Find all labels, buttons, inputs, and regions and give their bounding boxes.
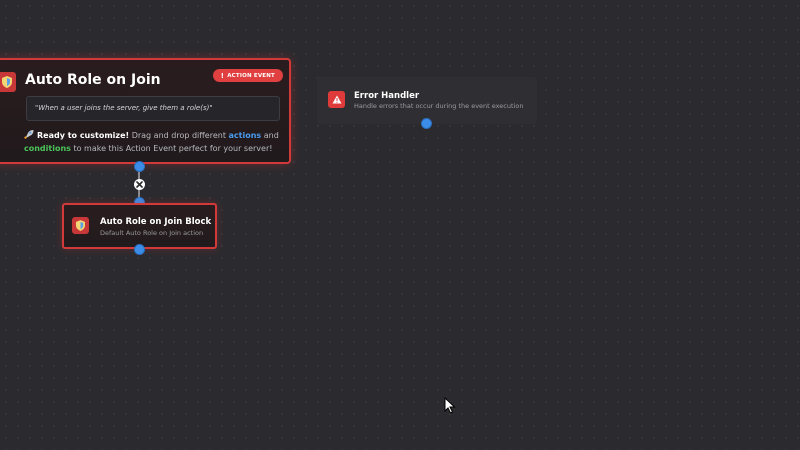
desc-actions: actions — [228, 131, 262, 140]
desc-part3: to make this Action Event perfect for yo… — [70, 144, 273, 153]
event-title: Auto Role on Join — [25, 72, 161, 88]
error-handler-node[interactable]: Error Handler Handle errors that occur d… — [317, 77, 537, 124]
badge-label: ACTION EVENT — [227, 72, 275, 79]
event-description: Ready to customize! Drag and drop differ… — [24, 129, 286, 155]
role-shield-icon — [0, 72, 16, 92]
error-handler-subtitle: Handle errors that occur during the even… — [354, 102, 524, 110]
event-output-handle[interactable] — [134, 161, 145, 172]
block-subtitle: Default Auto Role on Join action — [100, 229, 204, 237]
desc-part2: and — [261, 131, 279, 140]
error-handler-title: Error Handler — [354, 91, 420, 101]
error-handler-output-handle[interactable] — [421, 118, 432, 129]
warning-triangle-icon — [328, 91, 345, 108]
desc-part1: Drag and drop different — [129, 131, 229, 140]
block-title: Auto Role on Join Block — [100, 217, 212, 227]
event-quote: "When a user joins the server, give them… — [26, 96, 280, 121]
flow-canvas[interactable]: Auto Role on Join ! ACTION EVENT "When a… — [0, 0, 800, 450]
role-shield-icon — [72, 217, 89, 234]
exclamation-icon: ! — [220, 71, 225, 80]
desc-conditions: conditions — [24, 144, 71, 153]
block-node-auto-role-on-join[interactable]: Auto Role on Join Block Default Auto Rol… — [62, 203, 217, 249]
delete-edge-button[interactable] — [134, 179, 145, 190]
rocket-icon — [24, 130, 34, 139]
desc-lead: Ready to customize! — [37, 131, 130, 140]
close-icon — [136, 181, 143, 188]
action-event-badge: ! ACTION EVENT — [212, 69, 283, 82]
mouse-cursor-icon — [444, 397, 456, 414]
event-node-auto-role-on-join[interactable]: Auto Role on Join ! ACTION EVENT "When a… — [0, 58, 291, 164]
block-output-handle[interactable] — [134, 244, 145, 255]
